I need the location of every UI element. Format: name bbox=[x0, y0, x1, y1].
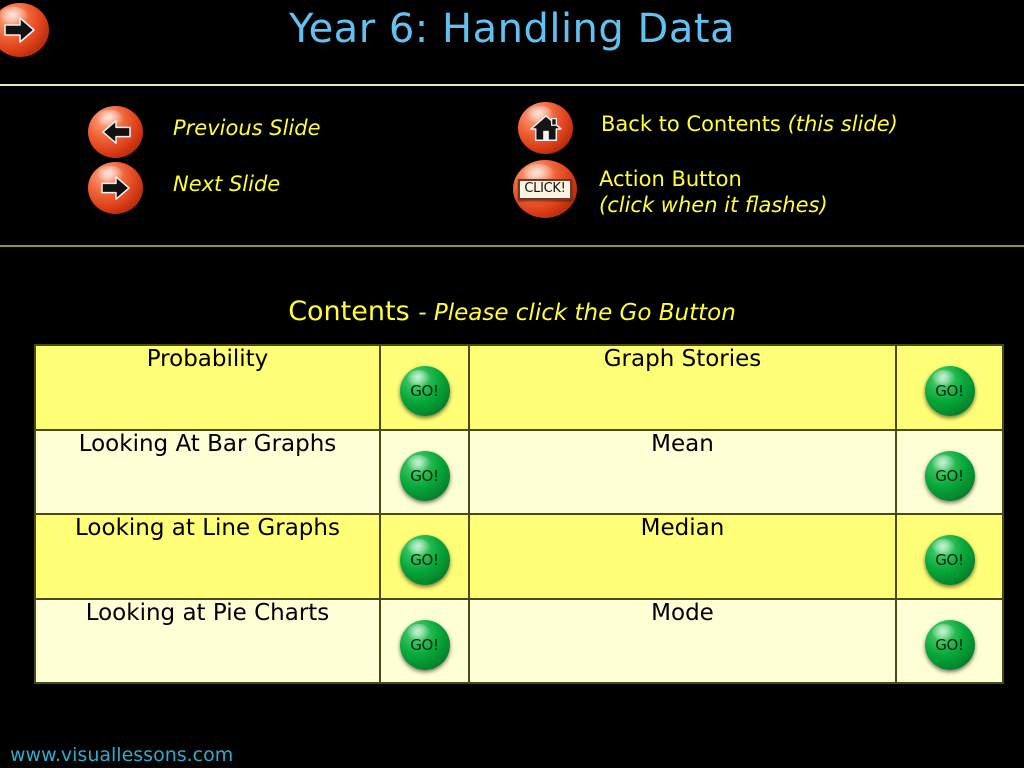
contents-heading: Contents - Please click the Go Button bbox=[0, 296, 1024, 327]
legend-label-back-to-contents: Back to Contents (this slide) bbox=[601, 111, 898, 137]
topic-cell-right[interactable]: Mean bbox=[468, 428, 897, 515]
legend-item-previous-slide[interactable]: Previous Slide bbox=[88, 106, 321, 158]
home-icon[interactable] bbox=[518, 102, 573, 154]
go-button[interactable]: GO! bbox=[924, 535, 975, 585]
contents-heading-sub: - Please click the Go Button bbox=[418, 300, 736, 326]
go-button[interactable]: GO! bbox=[399, 535, 450, 585]
topic-cell-left[interactable]: Looking At Bar Graphs bbox=[34, 428, 381, 515]
topic-cell-right[interactable]: Mode bbox=[468, 597, 897, 684]
legend-item-back-to-contents[interactable]: Back to Contents (this slide) bbox=[518, 102, 898, 154]
click-plate-label: CLICK! bbox=[518, 178, 572, 200]
divider-bottom bbox=[0, 245, 1024, 247]
go-button[interactable]: GO! bbox=[399, 619, 450, 670]
topic-cell-left[interactable]: Looking at Line Graphs bbox=[34, 513, 381, 600]
go-cell-left[interactable]: GO! bbox=[379, 513, 470, 600]
page-title: Year 6: Handling Data bbox=[288, 6, 736, 52]
legend-label-action-button-main: Action Button bbox=[599, 167, 742, 191]
footer-website-label: www.visuallessons.com bbox=[10, 744, 234, 766]
table-row: Looking at Pie Charts GO! Mode GO! bbox=[34, 597, 1004, 684]
go-cell-left[interactable]: GO! bbox=[379, 428, 470, 515]
go-button[interactable]: GO! bbox=[924, 366, 975, 416]
go-cell-right[interactable]: GO! bbox=[895, 597, 1004, 684]
legend-label-next-slide: Next Slide bbox=[173, 172, 281, 196]
topic-cell-left[interactable]: Looking at Pie Charts bbox=[34, 597, 381, 684]
legend-label-back-to-contents-main: Back to Contents bbox=[601, 112, 788, 136]
contents-heading-main: Contents bbox=[288, 296, 419, 327]
table-row: Looking at Line Graphs GO! Median GO! bbox=[34, 513, 1004, 600]
go-cell-left[interactable]: GO! bbox=[379, 597, 470, 684]
navigation-legend: Previous Slide Next Slide Back to Conten… bbox=[0, 92, 1024, 242]
click-button-icon[interactable]: CLICK! bbox=[513, 160, 577, 218]
legend-label-previous-slide: Previous Slide bbox=[173, 116, 321, 140]
divider-top bbox=[0, 84, 1024, 86]
go-button[interactable]: GO! bbox=[924, 450, 975, 501]
table-row: Probability GO! Graph Stories GO! bbox=[34, 344, 1004, 431]
go-cell-right[interactable]: GO! bbox=[895, 428, 1004, 515]
legend-label-action-button-note: (click when it flashes) bbox=[599, 193, 828, 217]
legend-label-action-button: Action Button (click when it flashes) bbox=[599, 166, 828, 218]
legend-item-action-button[interactable]: CLICK! Action Button (click when it flash… bbox=[513, 160, 828, 218]
go-button[interactable]: GO! bbox=[924, 619, 975, 670]
right-arrow-icon[interactable] bbox=[88, 162, 143, 214]
table-row: Looking At Bar Graphs GO! Mean GO! bbox=[34, 428, 1004, 515]
go-cell-right[interactable]: GO! bbox=[895, 344, 1004, 431]
left-arrow-icon[interactable] bbox=[88, 106, 143, 158]
topic-cell-right[interactable]: Median bbox=[468, 513, 897, 600]
legend-label-back-to-contents-note: (this slide) bbox=[787, 112, 898, 136]
go-button[interactable]: GO! bbox=[399, 366, 450, 416]
go-cell-left[interactable]: GO! bbox=[379, 344, 470, 431]
go-cell-right[interactable]: GO! bbox=[895, 513, 1004, 600]
go-button[interactable]: GO! bbox=[399, 450, 450, 501]
contents-table: Probability GO! Graph Stories GO! Lookin… bbox=[34, 344, 1004, 684]
topic-cell-left[interactable]: Probability bbox=[34, 344, 381, 431]
legend-item-next-slide[interactable]: Next Slide bbox=[88, 162, 280, 214]
topic-cell-right[interactable]: Graph Stories bbox=[468, 344, 897, 431]
